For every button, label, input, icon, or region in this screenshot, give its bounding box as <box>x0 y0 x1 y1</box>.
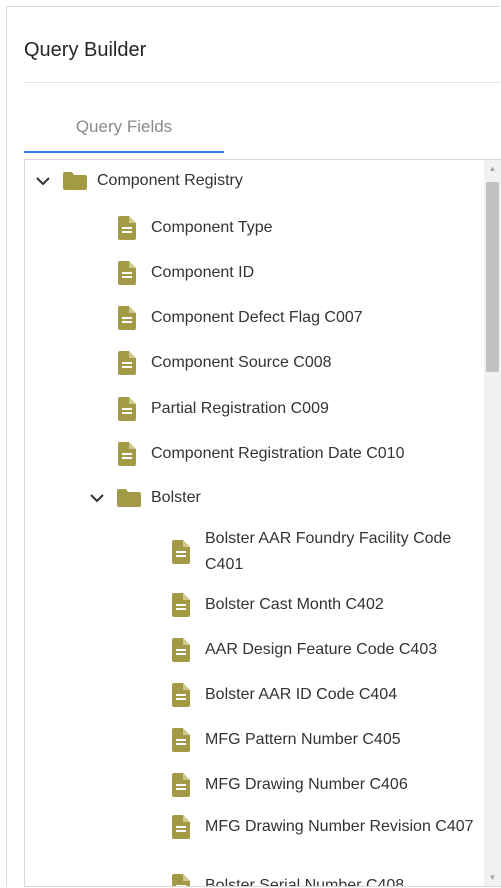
scroll-up-arrow-icon[interactable]: ▲ <box>484 160 501 177</box>
chevron-down-icon[interactable] <box>89 490 105 506</box>
document-icon <box>172 683 190 707</box>
tree-leaf-label: Component Defect Flag C007 <box>151 309 363 326</box>
tree-leaf-component-source[interactable]: Component Source C008 <box>118 351 332 375</box>
tree-leaf-bolster-serial-number[interactable]: Bolster Serial Number C408 <box>172 874 405 887</box>
tree-leaf-label: Component Source C008 <box>151 354 332 371</box>
tree-leaf-label: MFG Drawing Number Revision C407 <box>205 818 474 835</box>
tree-leaf-bolster-foundry-code[interactable]: Bolster AAR Foundry Facility Code C401 <box>172 526 475 578</box>
tree-leaf-label: Component ID <box>151 264 255 281</box>
document-icon <box>118 397 136 421</box>
tree-leaf-bolster-cast-month[interactable]: Bolster Cast Month C402 <box>172 593 384 617</box>
tree-leaf-mfg-drawing-number-revision[interactable]: MFG Drawing Number Revision C407 <box>172 814 475 840</box>
tree-leaf-label: Bolster AAR ID Code C404 <box>205 686 398 703</box>
tree-leaf-component-defect-flag[interactable]: Component Defect Flag C007 <box>118 306 363 330</box>
tree-leaf-component-id[interactable]: Component ID <box>118 261 254 285</box>
document-icon <box>172 874 190 886</box>
query-fields-tree[interactable]: Component Registry Component Type Compon… <box>24 159 501 887</box>
query-builder-panel: Query Builder Query Fields Component Reg… <box>6 6 501 887</box>
document-icon <box>172 540 190 564</box>
tree-leaf-label: MFG Drawing Number C406 <box>205 776 408 793</box>
tree-node-label: Component Registry <box>97 172 243 189</box>
tab-query-fields[interactable]: Query Fields <box>24 99 224 154</box>
document-icon <box>172 773 190 797</box>
document-icon <box>172 593 190 617</box>
tree-leaf-label: Bolster Cast Month C402 <box>205 596 384 613</box>
document-icon <box>172 728 190 752</box>
tree-node-bolster[interactable]: Bolster <box>89 489 201 507</box>
tree-leaf-label: Component Registration Date C010 <box>151 445 405 462</box>
active-tab-indicator <box>24 151 224 153</box>
folder-icon <box>63 172 87 190</box>
tree-leaf-label: Bolster Serial Number C408 <box>205 877 405 887</box>
document-icon <box>118 216 136 240</box>
title-divider <box>24 82 500 83</box>
tree-leaf-component-type[interactable]: Component Type <box>118 216 273 240</box>
tree-leaf-mfg-pattern-number[interactable]: MFG Pattern Number C405 <box>172 728 401 752</box>
tree-node-component-registry[interactable]: Component Registry <box>35 172 243 190</box>
tree-leaf-aar-design-feature-code[interactable]: AAR Design Feature Code C403 <box>172 638 437 662</box>
tree-leaf-label: Bolster AAR Foundry Facility Code C401 <box>205 530 452 573</box>
tree-leaf-partial-registration[interactable]: Partial Registration C009 <box>118 397 329 421</box>
tree-leaf-bolster-aar-id-code[interactable]: Bolster AAR ID Code C404 <box>172 683 397 707</box>
tree-leaf-component-registration-date[interactable]: Component Registration Date C010 <box>118 442 404 466</box>
tree-leaf-mfg-drawing-number[interactable]: MFG Drawing Number C406 <box>172 773 408 797</box>
tree-node-label: Bolster <box>151 489 201 506</box>
folder-icon <box>117 489 141 507</box>
tree-leaf-label: Partial Registration C009 <box>151 400 329 417</box>
scrollbar-thumb[interactable] <box>486 182 499 372</box>
scroll-down-arrow-icon[interactable]: ▼ <box>484 869 501 886</box>
tree-leaf-label: AAR Design Feature Code C403 <box>205 641 438 658</box>
chevron-down-icon[interactable] <box>35 173 51 189</box>
document-icon <box>118 306 136 330</box>
panel-title: Query Builder <box>24 39 147 61</box>
document-icon <box>172 638 190 662</box>
tree-leaf-label: Component Type <box>151 219 273 236</box>
document-icon <box>118 442 136 466</box>
tree-leaf-label: MFG Pattern Number C405 <box>205 731 401 748</box>
vertical-scrollbar[interactable]: ▲ ▼ <box>484 160 501 886</box>
document-icon <box>172 815 190 839</box>
document-icon <box>118 261 136 285</box>
document-icon <box>118 351 136 375</box>
